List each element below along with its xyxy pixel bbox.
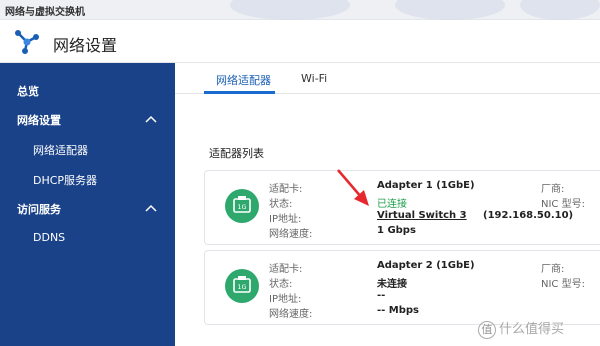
adapter-card[interactable]: 1G 适配卡: 状态: IP地址: 网络速度: Adapter 1 (1GbE)… (204, 170, 600, 245)
sidebar-item-overview[interactable]: 总览 (0, 77, 175, 105)
titlebar-decoration (230, 0, 350, 20)
adapter-list-title: 适配器列表 (209, 147, 264, 160)
adapter-speed-label: 网络速度: (269, 229, 313, 240)
adapter-ip: -- (377, 290, 386, 301)
virtual-switch-link[interactable]: Virtual Switch 3 (377, 210, 467, 221)
adapter-status-label: 状态: (269, 199, 293, 210)
sidebar-item-network-settings[interactable]: 网络设置 (0, 106, 175, 134)
adapter-status-label: 状态: (269, 279, 293, 290)
adapter-name: Adapter 2 (1GbE) (377, 260, 475, 271)
window-title: 网络与虚拟交换机 (5, 7, 85, 18)
tab-wifi[interactable]: Wi-Fi (301, 72, 327, 85)
adapter-speed: -- Mbps (377, 305, 420, 316)
adapter-vendor-label: 厂商: (541, 264, 565, 275)
watermark-logo-icon: 值 (478, 320, 496, 339)
titlebar-decoration (395, 0, 505, 20)
adapter-ip-label: IP地址: (269, 214, 302, 225)
chevron-up-icon (145, 115, 157, 123)
sidebar-item-ddns[interactable]: DDNS (0, 225, 175, 253)
sidebar-item-label: 网络适配器 (33, 144, 88, 157)
sidebar-item-label: DDNS (33, 231, 66, 244)
port-speed-label: 1G (237, 283, 246, 291)
sidebar-item-network-adapters[interactable]: 网络适配器 (0, 136, 175, 164)
network-settings-icon (15, 30, 39, 54)
page-title: 网络设置 (53, 36, 118, 55)
adapter-ip: (192.168.50.10) (483, 210, 574, 221)
window-titlebar: 网络与虚拟交换机 (0, 0, 600, 20)
app-header: 网络设置 (0, 20, 600, 63)
adapter-speed: 1 Gbps (377, 225, 416, 236)
sidebar-item-dhcp-server[interactable]: DHCP服务器 (0, 166, 175, 194)
adapter-card-label: 适配卡: (269, 264, 303, 275)
ethernet-port-icon: 1G (225, 189, 259, 223)
ethernet-port-icon: 1G (225, 269, 259, 303)
sidebar-item-label: DHCP服务器 (33, 174, 98, 187)
sidebar-item-access-services[interactable]: 访问服务 (0, 195, 175, 223)
adapter-card-label: 适配卡: (269, 184, 303, 195)
sidebar-item-label: 访问服务 (17, 203, 61, 216)
adapter-card[interactable]: 1G 适配卡: 状态: IP地址: 网络速度: Adapter 2 (1GbE)… (204, 250, 600, 325)
active-tab-indicator (204, 91, 275, 94)
annotation-arrow-icon (337, 169, 369, 206)
adapter-vendor-label: 厂商: (541, 184, 565, 195)
main-content: 网络适配器 Wi-Fi 适配器列表 1G 适配卡: 状态: IP地址: 网络速度… (175, 63, 600, 346)
titlebar-decoration (520, 0, 600, 20)
sidebar-item-label: 网络设置 (17, 114, 61, 127)
chevron-up-icon (145, 204, 157, 212)
adapter-speed-label: 网络速度: (269, 309, 313, 320)
adapter-ip-label: IP地址: (269, 294, 302, 305)
watermark-text: 什么值得买 (499, 322, 565, 337)
adapter-status: 已连接 (377, 199, 407, 210)
tab-bar: 网络适配器 Wi-Fi (175, 63, 600, 94)
sidebar-item-label: 总览 (17, 85, 39, 98)
port-speed-label: 1G (237, 203, 246, 211)
adapter-status: 未连接 (377, 279, 407, 290)
sidebar: 总览 网络设置 网络适配器 DHCP服务器 访问服务 DDNS (0, 63, 175, 346)
tab-network-adapters[interactable]: 网络适配器 (216, 72, 271, 88)
watermark: 值什么值得买 (478, 318, 564, 339)
adapter-nic-label: NIC 型号: (541, 279, 585, 290)
adapter-nic-label: NIC 型号: (541, 199, 585, 210)
adapter-name: Adapter 1 (1GbE) (377, 180, 475, 191)
